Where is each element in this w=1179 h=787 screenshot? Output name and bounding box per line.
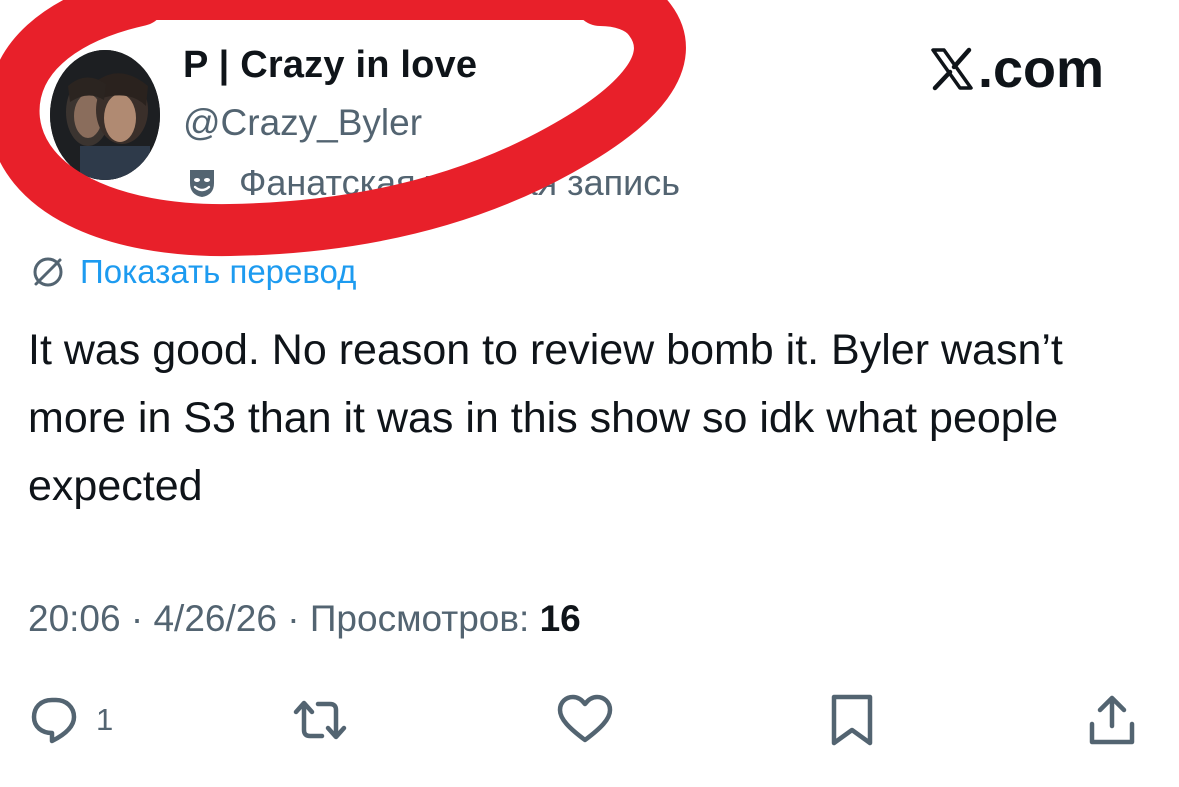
tweet-date[interactable]: 4/26/26 (153, 598, 276, 639)
heart-icon (557, 694, 613, 743)
show-translation-link[interactable]: Показать перевод (30, 253, 356, 291)
reply-count: 1 (96, 702, 114, 737)
globe-icon (33, 257, 63, 287)
tweet-meta: 20:06 · 4/26/26 · Просмотров: 16 (28, 598, 581, 640)
share-button[interactable] (1084, 690, 1140, 750)
retweet-button[interactable] (288, 690, 352, 750)
share-upload-icon (1089, 695, 1135, 745)
user-handle[interactable]: @Crazy_Byler (183, 102, 422, 144)
views-label: Просмотров: (309, 598, 530, 639)
meta-separator: · (130, 598, 144, 639)
views-count: 16 (539, 598, 581, 639)
tweet-text: It was good. No reason to review bomb it… (28, 326, 1063, 510)
tweet-actions: 1 (0, 690, 1179, 750)
x-logo-text: .com (978, 39, 1105, 99)
display-name[interactable]: P | Crazy in love (183, 44, 477, 87)
tweet-time[interactable]: 20:06 (28, 598, 121, 639)
bookmark-icon (831, 694, 873, 746)
bookmark-button[interactable] (824, 690, 880, 750)
x-letter-icon (931, 47, 973, 91)
x-logo: .com (930, 38, 1104, 100)
account-label-text: Фанатская учетная запись (239, 162, 680, 203)
scroll-indicator (90, 0, 96, 34)
show-translation-label: Показать перевод (80, 253, 357, 290)
meta-separator: · (287, 598, 300, 639)
avatar[interactable] (50, 50, 160, 180)
profile-photo-icon (50, 50, 160, 180)
speech-bubble-icon (31, 697, 77, 744)
like-button[interactable] (554, 690, 616, 750)
retweet-arrows-icon (293, 700, 347, 740)
theater-mask-icon (190, 170, 214, 197)
reply-button[interactable]: 1 (28, 690, 113, 750)
account-label: Фанатская учетная запись (185, 162, 680, 204)
